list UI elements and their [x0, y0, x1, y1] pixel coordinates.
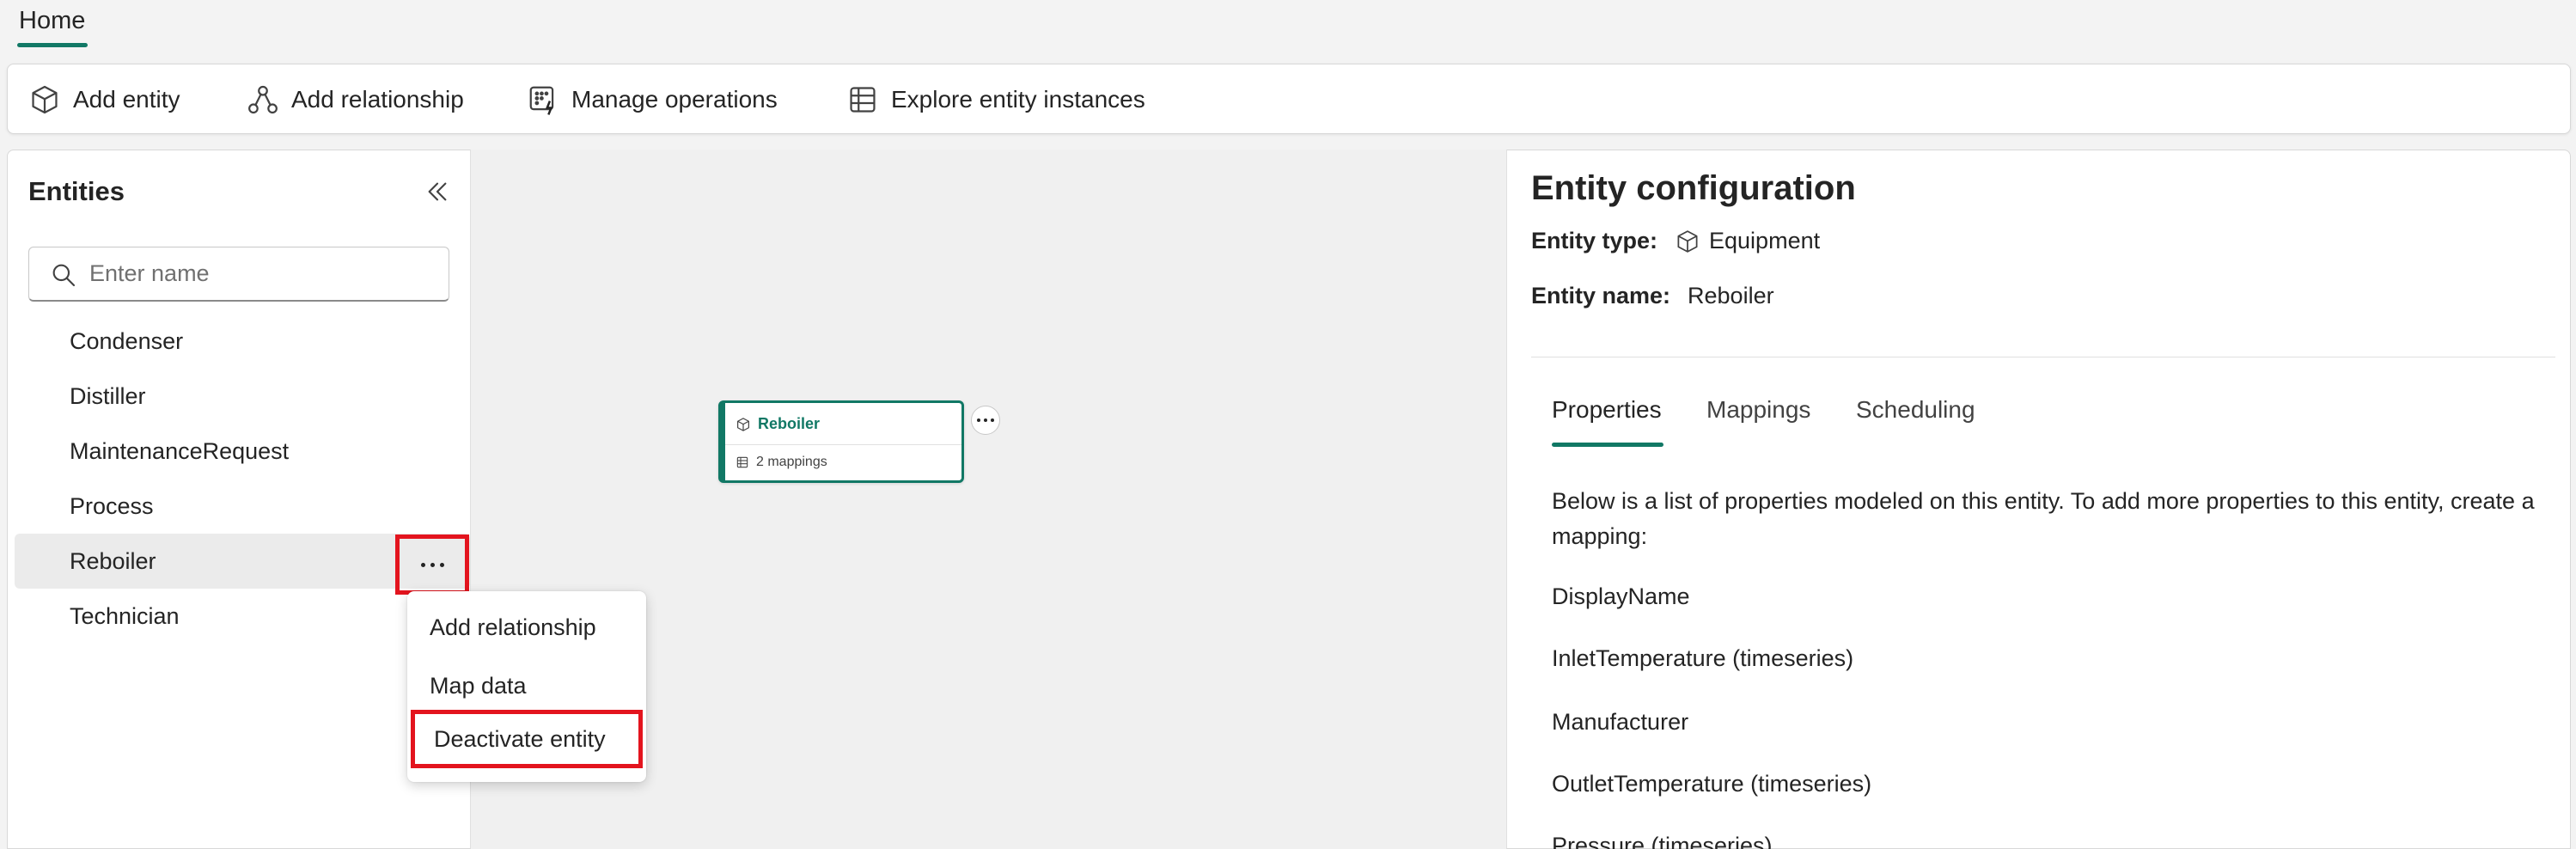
more-horizontal-icon [420, 562, 444, 567]
collapse-icon[interactable] [424, 178, 451, 205]
search-icon [52, 264, 76, 287]
properties-description: Below is a list of properties modeled on… [1552, 488, 2535, 549]
entity-type-value: Equipment [1709, 228, 1821, 253]
tab-home[interactable]: Home [19, 7, 85, 35]
menu-item-map-data[interactable]: Map data [407, 657, 646, 715]
relationship-icon [248, 85, 278, 114]
property-item: DisplayName [1552, 583, 1690, 609]
entity-item-process[interactable]: Process [15, 479, 470, 534]
more-horizontal-icon [977, 418, 994, 422]
entity-configuration-panel: Entity configuration Entity type: Equipm… [1506, 150, 2571, 849]
entity-item-condenser[interactable]: Condenser [15, 314, 470, 369]
entity-name-value: Reboiler [1688, 283, 1774, 308]
cube-icon [737, 417, 749, 431]
add-entity-button[interactable]: Add entity [28, 64, 180, 135]
node-divider [725, 444, 961, 445]
property-item: OutletTemperature (timeseries) [1552, 771, 1872, 797]
entity-type-row: Entity type: Equipment [1531, 228, 1820, 254]
tab-properties[interactable]: Properties [1552, 396, 1662, 424]
config-title: Entity configuration [1531, 169, 1856, 207]
entity-node-reboiler[interactable]: Reboiler 2 mappings [718, 400, 964, 483]
operations-icon [529, 86, 554, 115]
property-item: InletTemperature (timeseries) [1552, 645, 1854, 671]
entities-panel: Entities Condenser Distiller Maintenance… [7, 150, 471, 849]
menu-item-add-relationship[interactable]: Add relationship [407, 598, 646, 657]
search-box [28, 247, 449, 302]
entity-item-distiller[interactable]: Distiller [15, 369, 470, 424]
property-item: Manufacturer [1552, 709, 1689, 735]
tab-scheduling[interactable]: Scheduling [1856, 396, 1975, 424]
top-tab-bar: Home [0, 0, 2576, 62]
menu-item-deactivate-entity[interactable]: Deactivate entity [411, 710, 643, 768]
mapping-icon [736, 456, 748, 468]
manage-operations-button[interactable]: Manage operations [527, 64, 778, 135]
node-more-options-button[interactable] [971, 406, 1000, 435]
node-title: Reboiler [736, 415, 820, 433]
table-icon [850, 87, 876, 113]
explore-instances-label: Explore entity instances [891, 86, 1145, 113]
entity-context-menu: Add relationship Map data Deactivate ent… [407, 591, 646, 782]
entity-name-row: Entity name: Reboiler [1531, 283, 1774, 309]
entity-name-label: Entity name: [1531, 283, 1671, 308]
entity-type-label: Entity type: [1531, 228, 1658, 253]
cube-icon [32, 85, 58, 114]
node-mappings-label: 2 mappings [756, 455, 827, 469]
cube-icon [1677, 229, 1698, 253]
add-relationship-button[interactable]: Add relationship [247, 64, 464, 135]
tab-properties-indicator [1552, 443, 1663, 447]
entity-item-technician[interactable]: Technician [15, 589, 470, 644]
entities-title: Entities [28, 176, 125, 206]
property-item: Pressure (timeseries) [1552, 833, 1773, 849]
node-mappings: 2 mappings [736, 455, 827, 470]
search-input[interactable] [89, 247, 433, 299]
add-entity-label: Add entity [73, 86, 180, 113]
entity-item-maintenancerequest[interactable]: MaintenanceRequest [15, 424, 470, 479]
add-relationship-label: Add relationship [291, 86, 464, 113]
explore-instances-button[interactable]: Explore entity instances [846, 64, 1145, 135]
entity-more-options-button[interactable] [395, 534, 469, 595]
tab-mappings[interactable]: Mappings [1706, 396, 1810, 424]
node-title-label: Reboiler [758, 415, 821, 432]
manage-operations-label: Manage operations [571, 86, 778, 113]
tab-home-indicator [17, 43, 88, 47]
ribbon-toolbar: Add entity Add relationship Manage opera… [7, 64, 2571, 134]
